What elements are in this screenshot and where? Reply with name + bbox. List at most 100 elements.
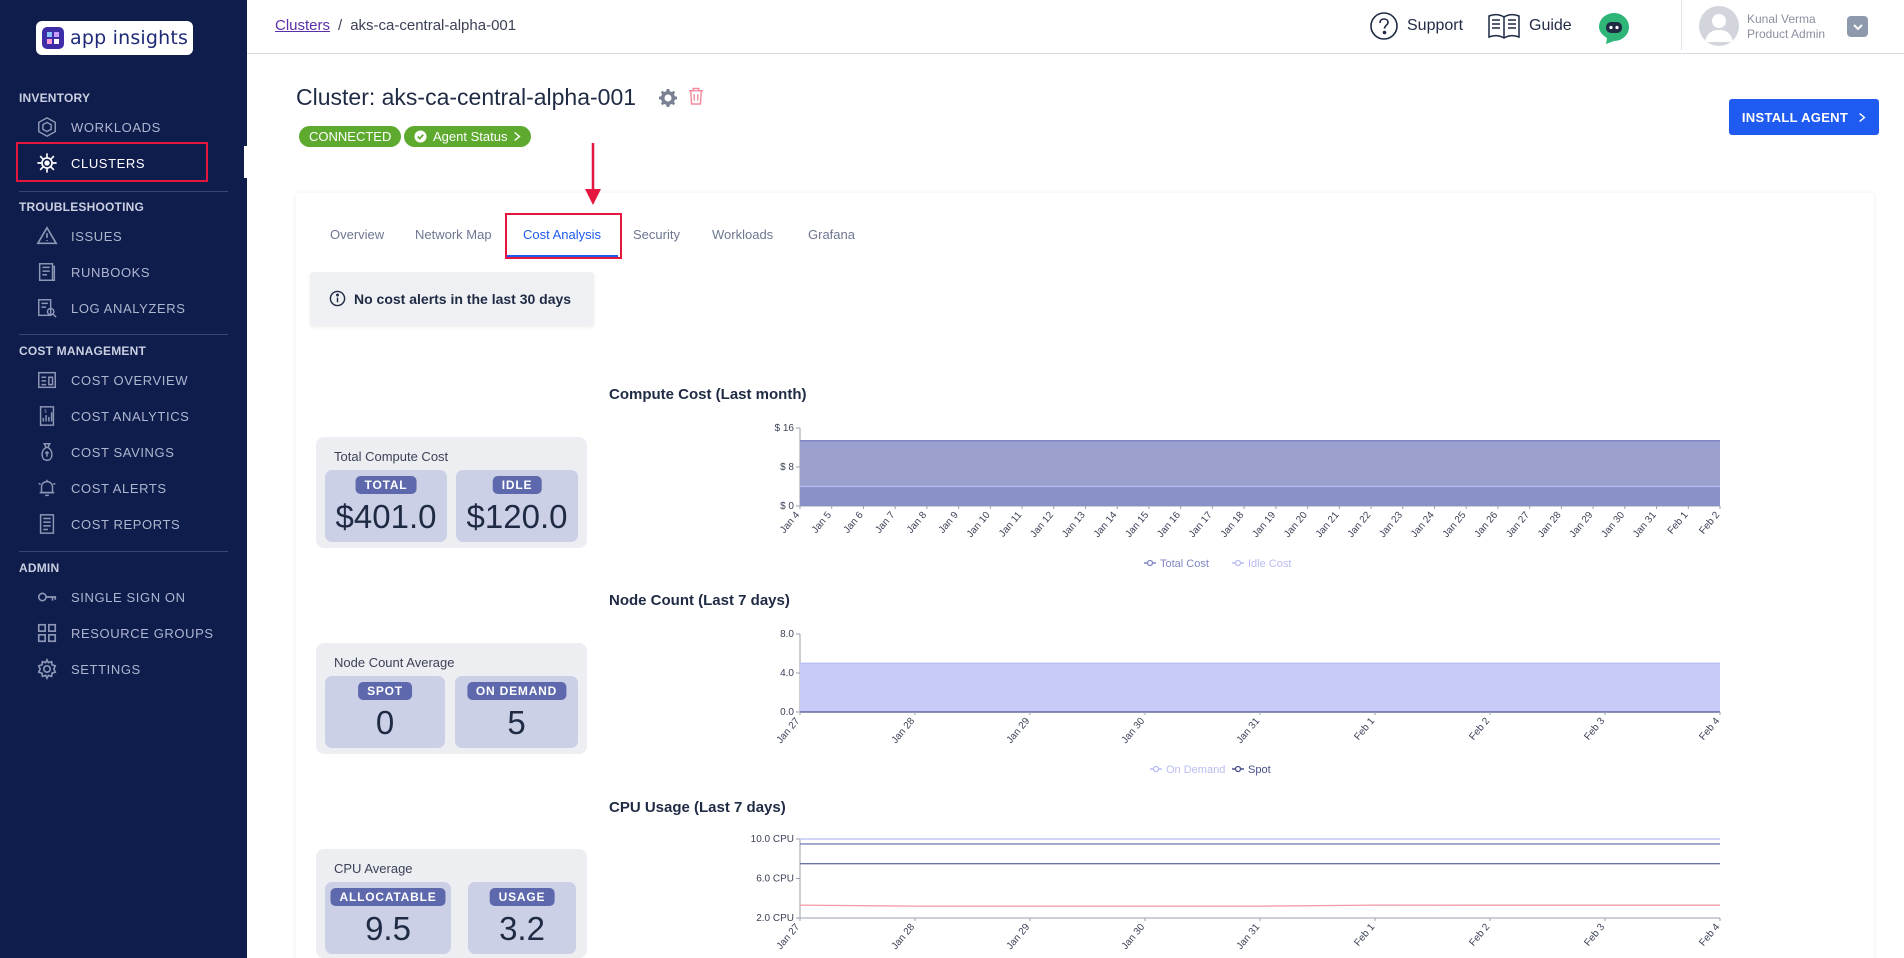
sidebar-item-cost-reports[interactable]: COST REPORTS [36,509,180,539]
cluster-settings-button[interactable] [658,88,678,113]
x-tick-label: Jan 27 [775,716,803,746]
node-count-chart: 8.04.00.0Jan 27 Jan 28 Jan 29 Jan 30 Jan 31 F… [775,629,1723,776]
series-area-0 [800,663,1720,712]
sidebar-scroll-indicator [244,146,247,178]
x-tick-label: Jan 5 [810,510,834,536]
install-agent-button[interactable]: INSTALL AGENT [1729,99,1879,135]
divider [1681,0,1682,50]
section-admin: ADMIN [19,561,60,575]
x-tick-label: Jan 16 [1155,510,1183,540]
chevron-right-icon [1859,112,1866,122]
y-tick-label: $ 16 [775,423,795,434]
x-tick-label: Jan 28 [890,922,918,952]
x-tick-label: Feb 2 [1697,510,1722,537]
app-logo[interactable]: app insights [36,21,193,55]
avatar[interactable] [1699,6,1739,46]
sidebar-item-cost-analytics[interactable]: $ COST ANALYTICS [36,401,189,431]
metric-title: Node Count Average [334,655,455,670]
svg-text:$: $ [44,408,47,413]
breadcrumb-current: aks-ca-central-alpha-001 [350,17,517,34]
chart-title-node-count: Node Count (Last 7 days) [609,592,790,609]
sidebar-item-issues[interactable]: ISSUES [36,221,122,251]
x-tick-label: Jan 12 [1028,510,1056,540]
trash-icon [688,87,704,105]
breadcrumb-clusters-link[interactable]: Clusters [275,17,330,34]
series-area-1 [800,486,1720,506]
book-icon [1488,13,1520,39]
sidebar-item-workloads[interactable]: WORKLOADS [36,112,161,142]
metric-card-cpu-average: CPU Average ALLOCATABLE 9.5 USAGE 3.2 [316,849,587,958]
tab-security[interactable]: Security [633,227,680,242]
x-tick-label: Feb 4 [1697,716,1722,743]
sidebar-item-single-sign-on[interactable]: SINGLE SIGN ON [36,582,186,612]
x-tick-label: Jan 10 [965,510,993,540]
series-line-3 [799,904,1720,907]
divider [19,551,228,552]
x-tick-label: Jan 8 [905,510,929,536]
metric-tile-usage: USAGE 3.2 [468,882,576,954]
guide-link[interactable]: Guide [1487,11,1572,41]
x-tick-label: Feb 1 [1352,922,1377,949]
sidebar-item-cost-savings[interactable]: COST SAVINGS [36,437,175,467]
x-tick-label: Jan 7 [873,510,897,536]
section-cost-management: COST MANAGEMENT [19,344,146,358]
x-tick-label: Jan 22 [1346,510,1374,540]
x-tick-label: Jan 9 [937,510,961,536]
sidebar-item-label: COST REPORTS [71,516,181,532]
cost-alert-text: No cost alerts in the last 30 days [354,290,572,307]
metric-tile-on-demand: ON DEMAND 5 [455,676,578,748]
x-tick-label: Jan 13 [1060,510,1088,540]
status-badge: CONNECTED [299,126,402,147]
x-tick-label: Feb 1 [1666,510,1691,537]
support-link[interactable]: Support [1369,11,1463,41]
agent-status-label: Agent Status [433,129,508,144]
sidebar-item-cost-overview[interactable]: COST OVERVIEW [36,365,188,395]
metric-label: USAGE [489,888,555,906]
x-tick-label: Jan 27 [1504,510,1532,540]
chat-bot-icon [1599,13,1629,44]
sidebar: app insights INVENTORY WORKLOADS CLUSTER… [0,0,247,958]
agent-status-button[interactable]: Agent Status [404,126,532,147]
sidebar-item-runbooks[interactable]: RUNBOOKS [36,257,150,287]
x-tick-label: Feb 2 [1467,922,1492,949]
gear-icon [37,658,57,680]
sidebar-item-settings[interactable]: SETTINGS [36,654,141,684]
tab-workloads[interactable]: Workloads [712,227,773,242]
check-circle-icon [414,130,427,143]
chart-title-compute-cost: Compute Cost (Last month) [609,386,807,403]
sidebar-item-label: SINGLE SIGN ON [71,589,186,605]
metric-title: CPU Average [334,861,413,876]
y-tick-label: 6.0 CPU [756,874,794,885]
chevron-down-icon [1852,23,1863,30]
y-tick-label: 8.0 [780,629,794,640]
x-tick-label: Jan 29 [1005,716,1033,746]
delete-cluster-button[interactable] [688,87,704,110]
tab-overview[interactable]: Overview [330,227,384,242]
metric-tile-total: TOTAL $401.0 [325,470,447,542]
legend-marker-dot [1234,559,1242,567]
x-tick-label: Jan 25 [1441,510,1469,540]
x-tick-label: Jan 28 [1536,510,1564,540]
x-tick-label: Jan 18 [1219,510,1247,540]
x-tick-label: Jan 11 [997,510,1025,540]
gear-icon [659,89,677,107]
y-tick-label: $ 8 [780,462,794,473]
sidebar-item-log-analyzers[interactable]: LOG ANALYZERS [36,293,186,323]
sidebar-item-cost-alerts[interactable]: COST ALERTS [36,473,167,503]
metric-value: 5 [507,704,526,741]
sidebar-item-resource-groups[interactable]: RESOURCE GROUPS [36,618,214,648]
chat-assistant-button[interactable] [1597,11,1631,45]
user-menu-toggle[interactable] [1847,16,1868,37]
sidebar-item-label: COST ALERTS [71,480,167,496]
tab-network-map[interactable]: Network Map [415,227,492,242]
tab-grafana[interactable]: Grafana [808,227,855,242]
x-tick-label: Jan 27 [775,922,803,952]
log-search-icon [38,299,57,318]
y-tick-label: 10.0 CPU [751,834,794,845]
legend-marker-dot [1146,559,1154,567]
y-tick-label: 4.0 [780,668,794,679]
metric-tile-allocatable: ALLOCATABLE 9.5 [325,882,451,954]
topbar: Clusters / aks-ca-central-alpha-001 Supp… [247,0,1904,54]
highlight-box-clusters [16,142,208,182]
legend-label: Spot [1248,764,1271,776]
